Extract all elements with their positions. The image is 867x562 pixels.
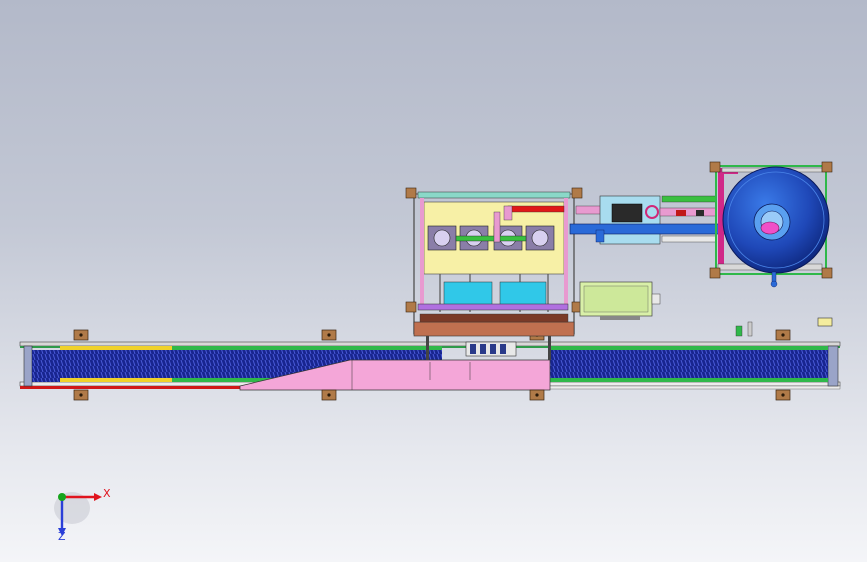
control-box (579, 281, 661, 320)
pump-motor (611, 203, 643, 223)
cad-viewport[interactable]: X Z (0, 0, 867, 562)
machine-assembly-drawing (19, 161, 841, 536)
spray-cabinet (405, 187, 583, 360)
water-tank (709, 161, 833, 288)
x-axis-label: X (103, 487, 111, 500)
z-axis-label: Z (58, 530, 66, 543)
brush-roller-right (550, 350, 828, 382)
